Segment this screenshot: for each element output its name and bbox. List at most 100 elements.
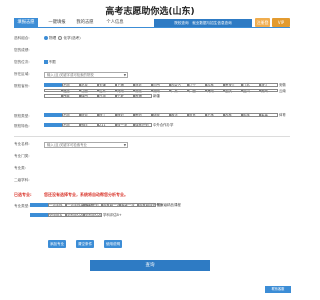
checkbox[interactable] [120,203,138,207]
checkbox[interactable] [98,94,116,98]
checkbox[interactable] [30,213,48,217]
province-option[interactable]: 云南 [260,88,286,95]
checkbox[interactable] [80,113,98,117]
school-type-option[interactable]: 军事 [242,113,268,119]
major-type-option[interactable]: 一流学科 [30,203,63,209]
major-type-option[interactable]: 一流学科建设高校 [48,203,94,209]
feature-option[interactable]: 强基计划 [116,123,149,129]
province-option[interactable]: 甘肃 [80,94,106,100]
province-option[interactable]: 四川 [224,89,250,95]
school-type-option[interactable]: 综合 [62,113,88,119]
major-select[interactable]: 输入(且)关键字可检索专业 ▼ [44,141,128,148]
checkbox[interactable] [62,113,80,117]
major-type-option[interactable]: 省级一流 [102,203,135,209]
school-type-option[interactable]: 师范 [98,113,124,119]
checkbox[interactable] [116,94,134,98]
province-option[interactable]: 海南 [188,88,214,95]
checkbox[interactable] [30,203,48,207]
checkbox[interactable] [170,88,188,93]
checkbox[interactable] [152,83,170,87]
major-type-option[interactable]: 全国排名 [30,213,63,219]
tab-profile[interactable]: 个人信息 [100,18,130,27]
promo-banner[interactable]: 院校查询 就业数据与招生信息查询 [154,19,252,27]
customer-service-button[interactable]: 联系客服 [265,286,291,293]
major-type-option[interactable]: 学科评估A [66,213,101,219]
help-button[interactable]: 使用说明 [104,240,122,248]
checkbox[interactable] [48,213,66,217]
checkbox[interactable] [206,88,224,93]
checkbox[interactable] [242,83,260,87]
checkbox[interactable] [260,88,278,93]
checkbox[interactable] [44,113,62,117]
checkbox[interactable] [80,123,98,127]
checkbox[interactable] [134,88,152,93]
checkbox[interactable] [80,83,98,87]
checkbox[interactable] [152,88,170,93]
school-type-option[interactable]: 财经 [134,113,160,119]
school-type-option[interactable]: 不限 [44,113,70,119]
add-major-button[interactable]: 添加专业 [48,240,66,248]
tab-my-choices[interactable]: 我的志愿 [72,18,98,27]
login-button[interactable]: 注册登录 [255,18,270,34]
major-type-option[interactable]: 双万计划 [66,203,99,209]
province-option[interactable]: 新疆 [134,94,160,100]
submit-button[interactable]: 查询 [90,260,210,271]
checkbox[interactable] [224,83,242,87]
checkbox[interactable] [152,113,170,117]
school-type-option[interactable]: 农林 [206,113,232,119]
feature-option[interactable]: 中外合作办学 [134,123,173,129]
checkbox[interactable] [242,88,260,93]
clear-button[interactable]: 清空条件 [76,240,94,248]
checkbox[interactable] [138,203,156,207]
checkbox[interactable] [62,83,80,87]
feature-option[interactable]: 双一流 [98,123,127,129]
checkbox[interactable] [116,83,134,87]
radio-physics[interactable] [44,36,48,40]
radio-chemistry[interactable] [58,36,63,40]
school-type-option[interactable]: 理工 [80,113,106,119]
checkbox[interactable] [62,88,80,93]
checkbox[interactable] [134,83,152,87]
checkbox[interactable] [48,203,66,207]
checkbox[interactable] [188,88,206,93]
checkbox[interactable] [260,83,278,87]
province-option[interactable]: 青海 [116,94,142,100]
checkbox[interactable] [80,88,98,93]
major-type-option[interactable]: 国家级一流 [84,203,120,209]
checkbox[interactable] [98,123,116,127]
checkbox[interactable] [116,88,134,93]
major-type-option[interactable]: 学科评估A+ [48,213,86,219]
checkbox[interactable] [134,123,152,127]
checkbox[interactable] [242,113,260,117]
school-type-option[interactable]: 体育 [260,113,286,119]
checkbox[interactable] [170,83,188,87]
province-option[interactable]: 宁夏 [98,94,124,100]
feature-option[interactable]: 985 [62,123,87,129]
checkbox[interactable] [62,123,80,127]
province-option[interactable]: 贵州 [242,88,268,95]
checkbox[interactable] [84,203,102,207]
checkbox[interactable] [116,123,134,127]
province-option[interactable]: 陕西 [62,94,88,100]
school-type-option[interactable]: 医药 [116,113,142,119]
province-option[interactable]: 广西 [170,88,196,95]
province-option[interactable]: 西藏 [44,94,70,100]
rank-checkbox[interactable] [44,60,48,64]
checkbox[interactable] [102,203,120,207]
checkbox[interactable] [44,123,62,127]
checkbox[interactable] [206,113,224,117]
checkbox[interactable] [84,213,102,217]
checkbox[interactable] [62,94,80,98]
checkbox[interactable] [98,88,116,93]
checkbox[interactable] [116,113,134,117]
checkbox[interactable] [44,94,62,98]
checkbox[interactable] [206,83,224,87]
major-type-option[interactable]: 学科评估B+ [84,213,122,219]
checkbox[interactable] [188,83,206,87]
checkbox[interactable] [98,83,116,87]
checkbox[interactable] [170,113,188,117]
checkbox[interactable] [80,94,98,98]
school-type-option[interactable]: 艺术 [188,113,214,119]
tab-one-click[interactable]: 一键填报 [44,18,70,27]
school-type-option[interactable]: 语言 [170,113,196,119]
